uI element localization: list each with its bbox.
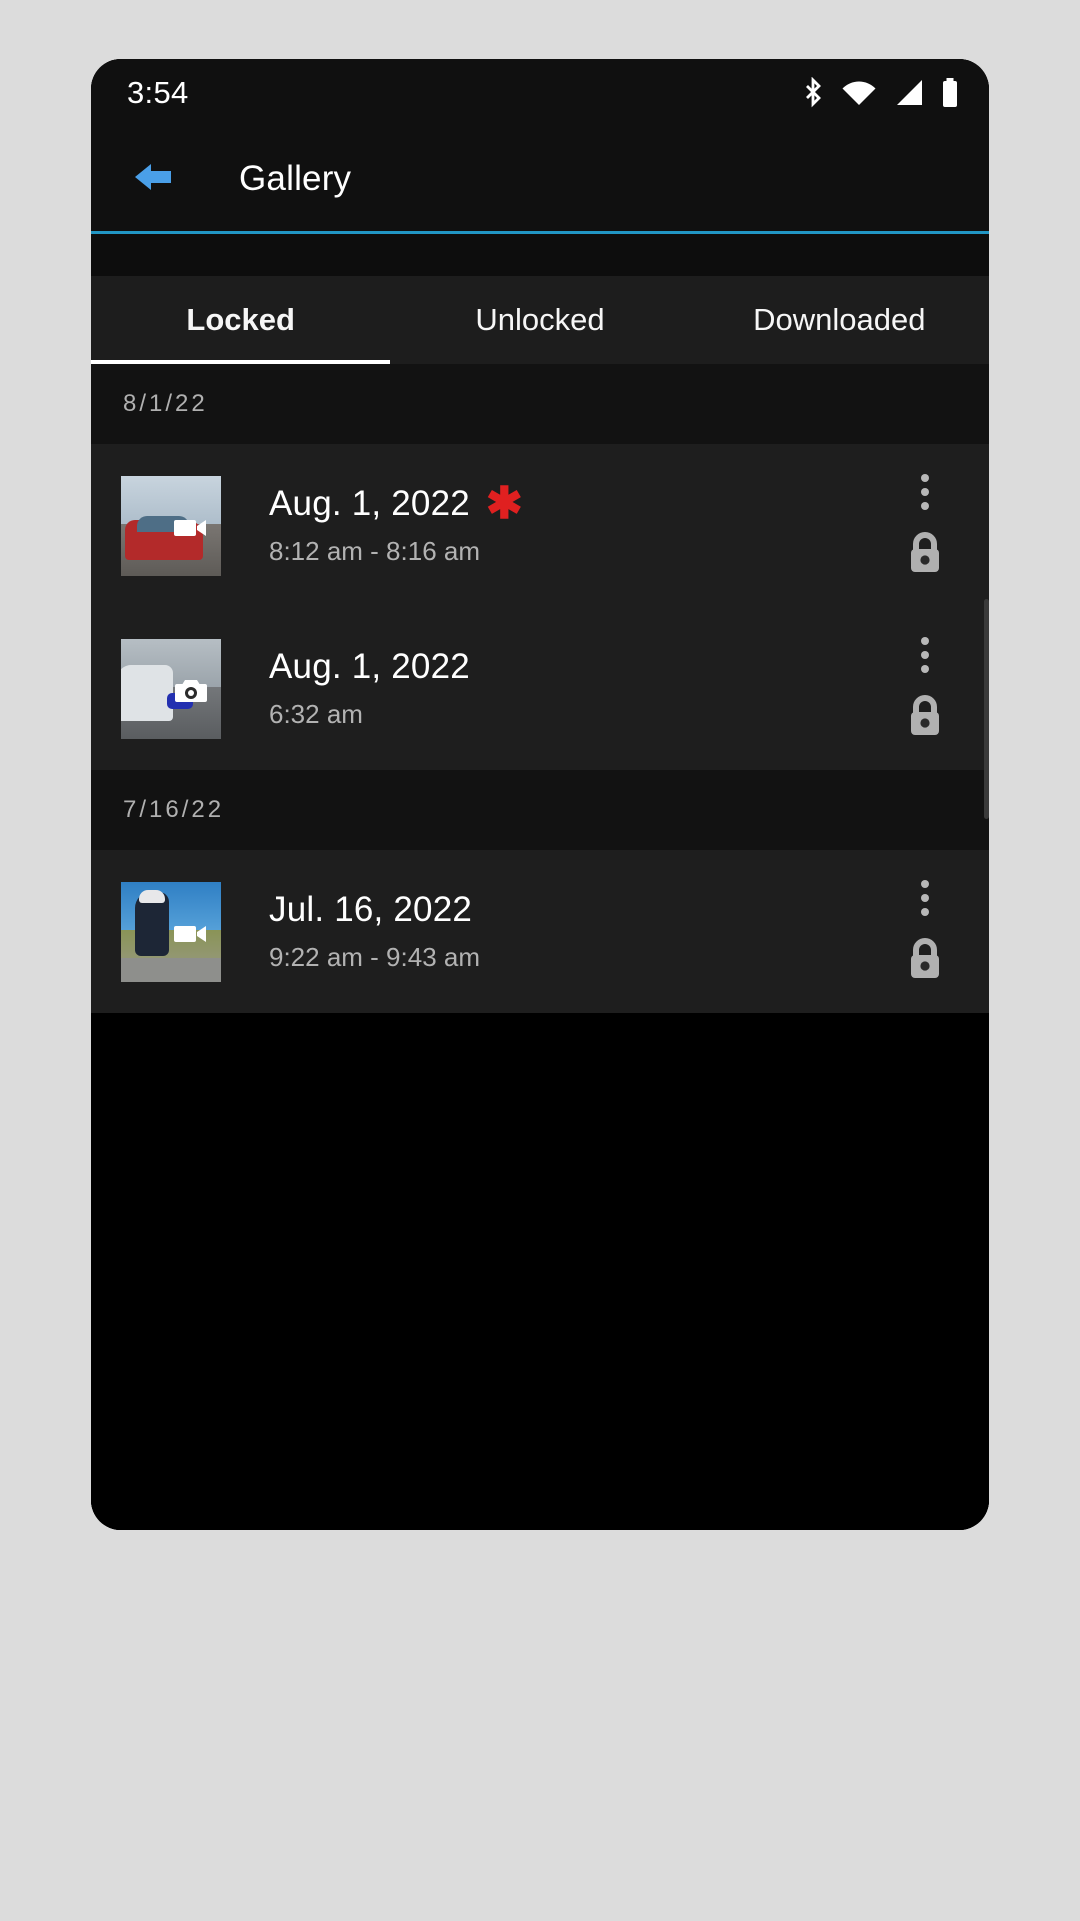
scrollbar-track[interactable] [984,449,989,1530]
phone-frame: 3:54 Gallery Locked Unlocked Downloaded … [91,59,989,1530]
tab-bar: Locked Unlocked Downloaded [91,276,989,364]
overflow-menu-icon[interactable] [911,876,939,920]
tab-unlocked-label: Unlocked [475,302,605,337]
scrollbar-thumb[interactable] [984,599,989,819]
back-arrow-icon [129,157,175,202]
thumbnail-subject-detail [139,889,165,903]
screenshot-stage: 3:54 Gallery Locked Unlocked Downloaded … [0,0,1080,1921]
overflow-dot [921,637,929,645]
tab-locked-label: Locked [186,302,295,337]
overflow-dot [921,651,929,659]
thumbnail[interactable] [121,638,221,739]
list-item-title: Aug. 1, 2022 [269,647,470,686]
date-group-header: 8/1/22 [91,364,989,444]
overflow-dot [921,894,929,902]
overflow-dot [921,502,929,510]
phone-screen: 3:54 Gallery Locked Unlocked Downloaded … [91,59,989,1530]
list-item-subtitle: 9:22 am - 9:43 am [269,942,480,972]
list-item[interactable]: Aug. 1, 2022 ✱ 8:12 am - 8:16 am [91,444,989,607]
status-clock: 3:54 [127,75,189,110]
overflow-menu-icon[interactable] [911,470,939,514]
back-button[interactable] [121,148,183,210]
overflow-dot [921,880,929,888]
thumbnail[interactable] [121,881,221,982]
overflow-dot [921,474,929,482]
wifi-icon [841,79,877,107]
tab-downloaded-label: Downloaded [753,302,926,337]
lock-closed-icon[interactable] [904,693,946,744]
list-item-subtitle: 6:32 am [269,699,363,729]
appbar-spacer [91,234,989,276]
tab-locked[interactable]: Locked [91,276,391,364]
list-item-subtitle: 8:12 am - 8:16 am [269,536,480,566]
video-camera-icon [171,514,211,542]
tab-downloaded[interactable]: Downloaded [690,276,989,364]
list-item-actions [885,850,965,1013]
overflow-menu-icon[interactable] [911,633,939,677]
list-item-text: Aug. 1, 2022 ✱ 8:12 am - 8:16 am [269,478,523,567]
list-item-title: Aug. 1, 2022 [269,484,470,523]
starred-asterisk-icon: ✱ [485,478,523,528]
tab-unlocked[interactable]: Unlocked [390,276,689,364]
date-group-header-label: 8/1/22 [123,390,208,417]
thumbnail-subject [121,664,173,721]
lock-closed-icon[interactable] [904,936,946,987]
overflow-dot [921,488,929,496]
app-bar: Gallery [91,127,989,231]
list-item-text: Aug. 1, 2022 6:32 am [269,647,470,730]
list-item-title-line: Aug. 1, 2022 [269,647,470,687]
list-item[interactable]: Aug. 1, 2022 6:32 am [91,607,989,770]
list-item-title-line: Aug. 1, 2022 ✱ [269,478,523,528]
list-item-text: Jul. 16, 2022 9:22 am - 9:43 am [269,890,480,973]
list-item[interactable]: Jul. 16, 2022 9:22 am - 9:43 am [91,850,989,1013]
date-group-header-label: 7/16/22 [123,796,225,823]
list-item-title: Jul. 16, 2022 [269,890,473,929]
status-icon-group [802,77,959,109]
date-group-header: 7/16/22 [91,770,989,850]
list-item-actions [885,607,965,770]
thumbnail-road [121,957,221,982]
list-item-title-line: Jul. 16, 2022 [269,890,480,930]
cellular-signal-icon [894,79,924,107]
list-item-actions [885,444,965,607]
overflow-dot [921,665,929,673]
bluetooth-icon [802,77,824,109]
gallery-list: 8/1/22 Aug. 1, 2022 ✱ 8:12 am - 8:16 am … [91,364,989,1530]
page-title: Gallery [239,159,352,198]
status-bar: 3:54 [91,59,989,127]
video-camera-icon [171,920,211,948]
photo-camera-icon [171,677,211,705]
overflow-dot [921,908,929,916]
battery-icon [941,77,959,109]
thumbnail[interactable] [121,475,221,576]
lock-closed-icon[interactable] [904,530,946,581]
list-empty-area [91,1013,989,1530]
